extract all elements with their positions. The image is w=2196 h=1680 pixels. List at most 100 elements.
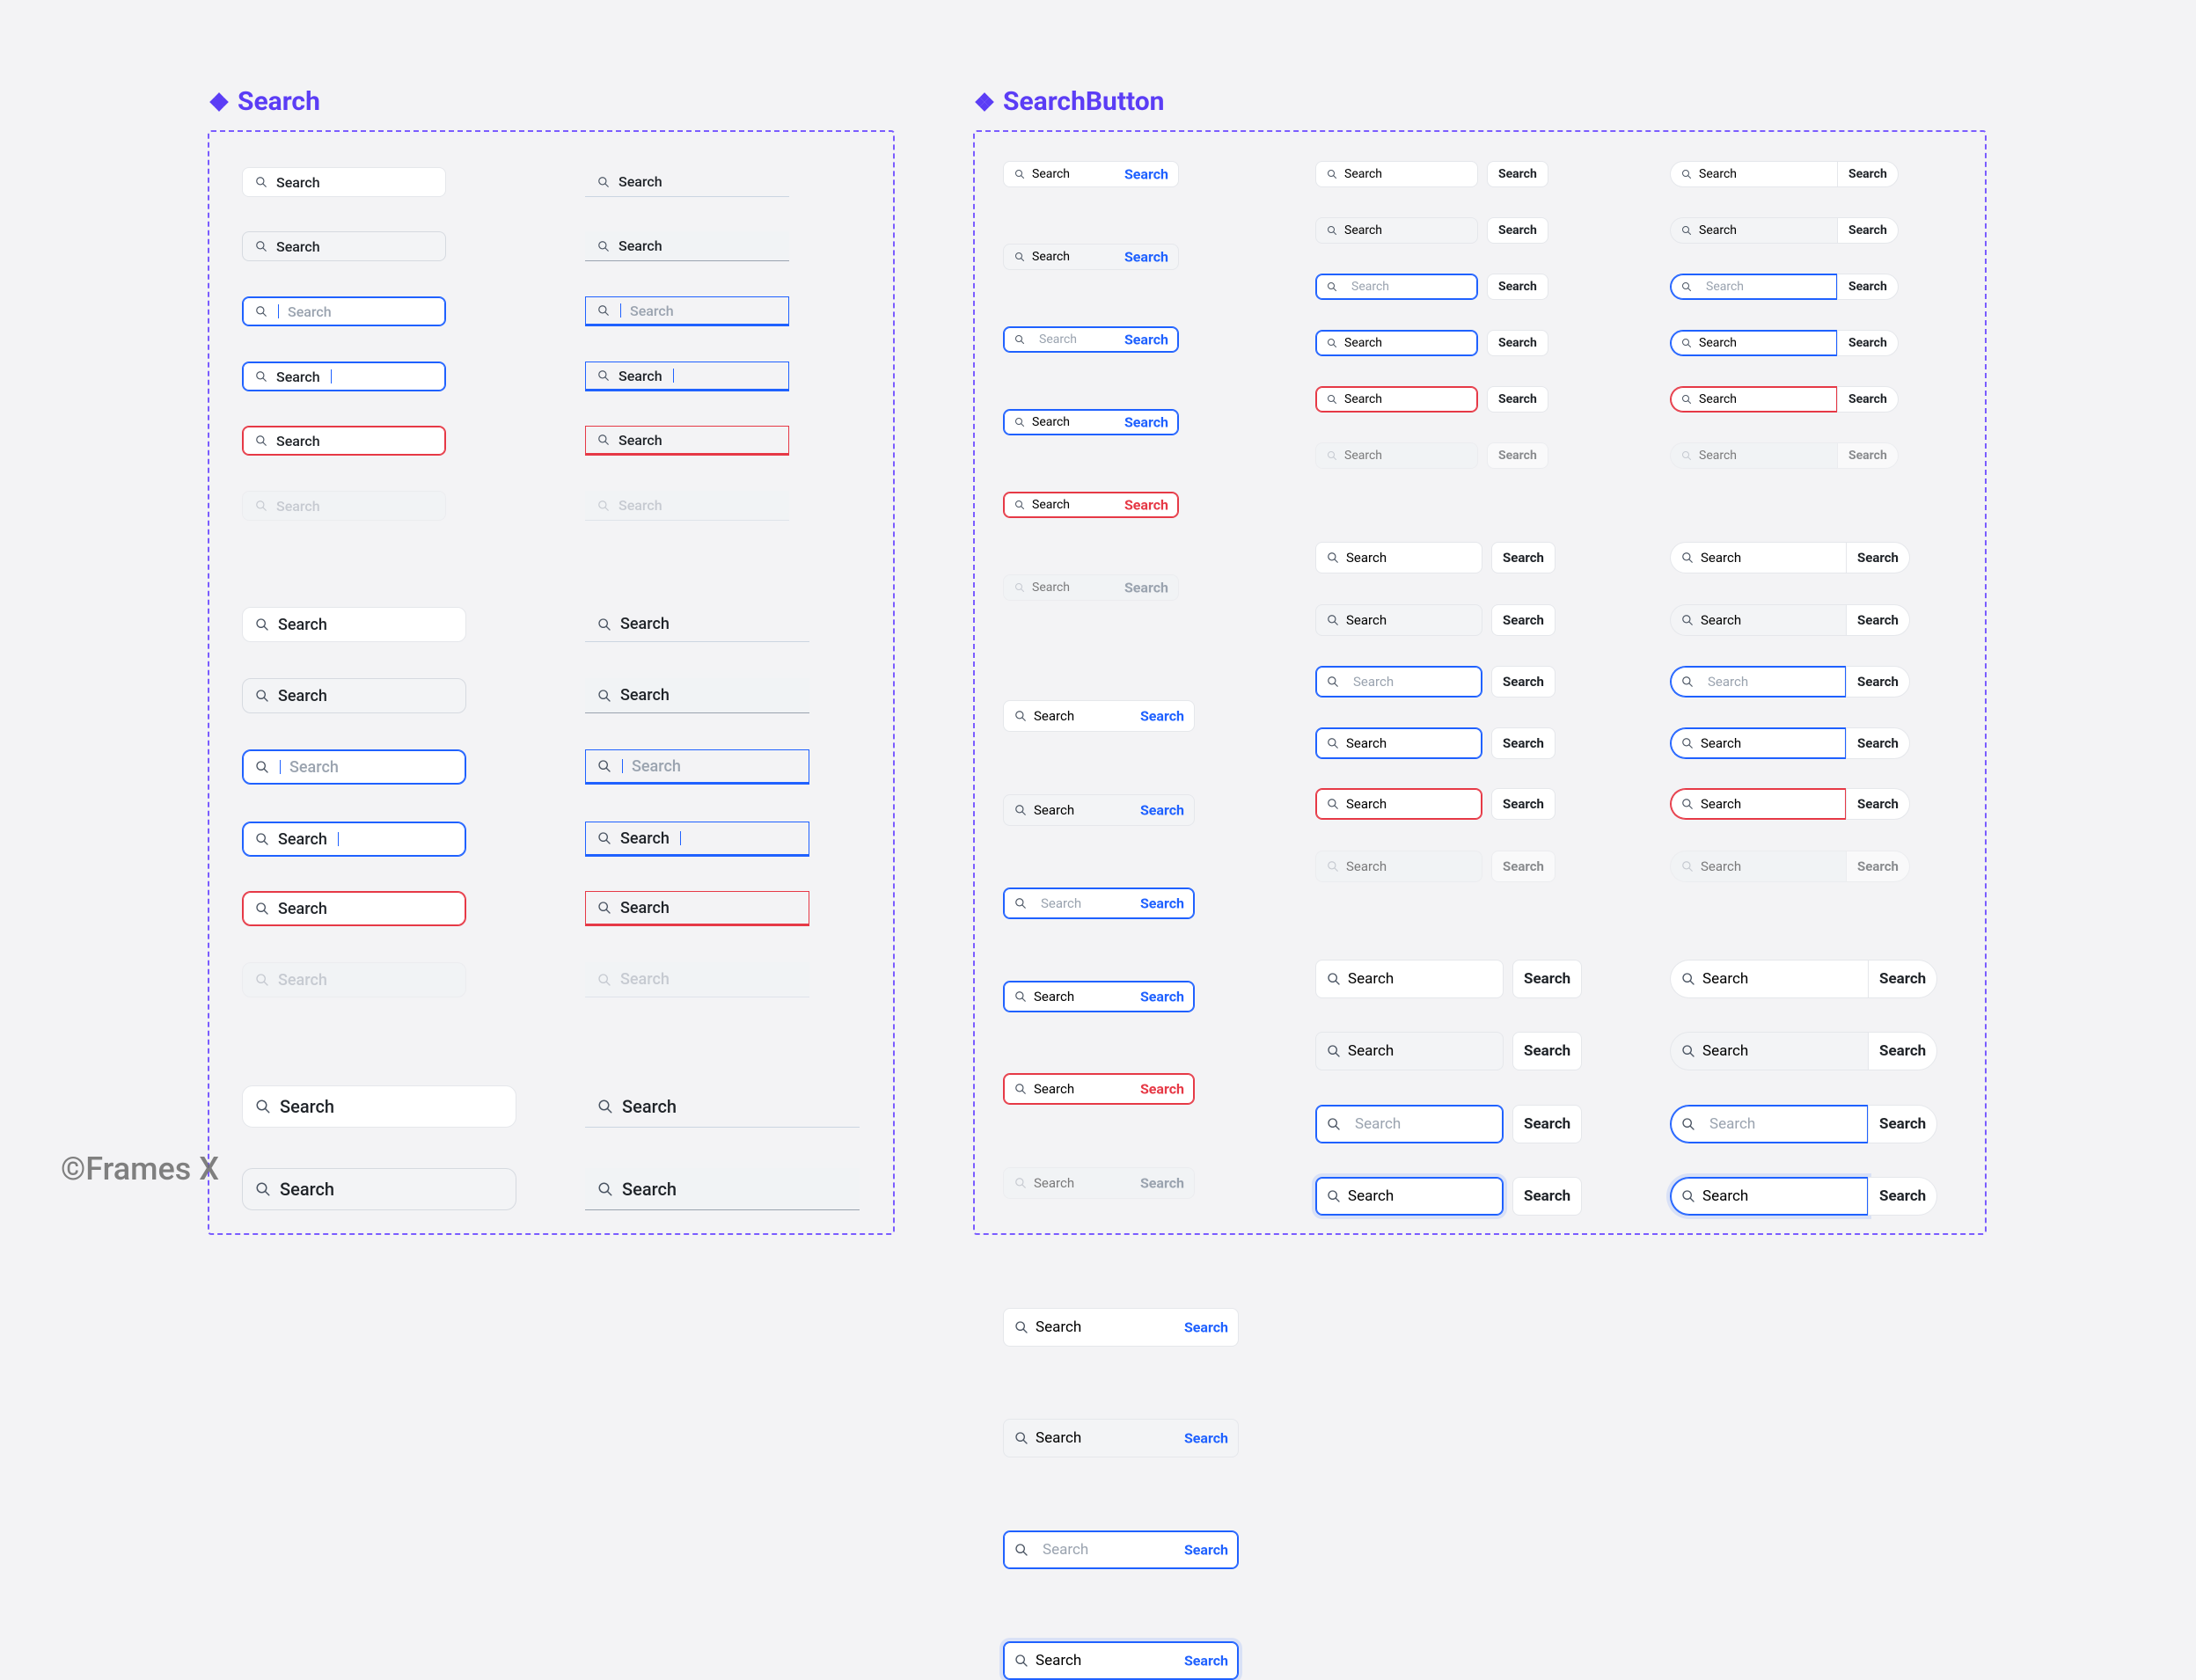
- searchbutton-outer-sm-error[interactable]: Search Search: [1315, 386, 1548, 413]
- search-field[interactable]: Search: [1315, 217, 1478, 244]
- searchbutton-merged-lg-typing[interactable]: Search Search: [1670, 1177, 1937, 1216]
- searchbutton-inner-md-hover[interactable]: Search Search: [1003, 794, 1195, 826]
- search-button[interactable]: Search: [1512, 1105, 1582, 1143]
- searchbutton-inner-lg-typing[interactable]: Search Search: [1003, 1641, 1239, 1680]
- search-round-sm-default[interactable]: Search: [242, 167, 446, 197]
- searchbutton-inner-md-default[interactable]: Search Search: [1003, 700, 1195, 732]
- search-button[interactable]: Search: [1837, 217, 1899, 244]
- search-field[interactable]: Search: [1670, 1032, 1868, 1070]
- searchbutton-outer-md-hover[interactable]: Search Search: [1315, 604, 1556, 636]
- search-field[interactable]: Search: [1670, 788, 1846, 820]
- searchbutton-outer-sm-typing[interactable]: Search Search: [1315, 330, 1548, 356]
- search-field[interactable]: Search: [1315, 1032, 1504, 1070]
- searchbutton-merged-lg-focus[interactable]: Search Search: [1670, 1105, 1937, 1143]
- searchbutton-outer-lg-hover[interactable]: Search Search: [1315, 1032, 1582, 1070]
- search-button[interactable]: Search: [1868, 1105, 1937, 1143]
- search-field[interactable]: Search: [1670, 330, 1837, 356]
- search-line-md-typing[interactable]: Search: [585, 822, 809, 857]
- searchbutton-outer-sm-focus[interactable]: Search Search: [1315, 274, 1548, 300]
- search-field[interactable]: Search: [1315, 666, 1482, 698]
- searchbutton-outer-lg-typing[interactable]: Search Search: [1315, 1177, 1582, 1216]
- searchbutton-merged-md-hover[interactable]: Search Search: [1670, 604, 1910, 636]
- searchbutton-inner-sm-error[interactable]: Search Search: [1003, 492, 1179, 518]
- search-button[interactable]: Search: [1140, 895, 1184, 912]
- search-button[interactable]: Search: [1491, 604, 1556, 636]
- search-field[interactable]: Search: [1670, 960, 1868, 998]
- search-button[interactable]: Search: [1487, 217, 1548, 244]
- search-field[interactable]: Search: [1315, 330, 1478, 356]
- searchbutton-inner-sm-hover[interactable]: Search Search: [1003, 244, 1179, 270]
- search-field[interactable]: Search: [1315, 1177, 1504, 1216]
- search-button[interactable]: Search: [1837, 274, 1899, 300]
- search-round-md-hover[interactable]: Search: [242, 678, 466, 713]
- search-line-lg-hover[interactable]: Search: [585, 1168, 860, 1210]
- search-line-md-focus[interactable]: Search: [585, 749, 809, 785]
- search-button[interactable]: Search: [1491, 727, 1556, 759]
- searchbutton-inner-md-typing[interactable]: Search Search: [1003, 981, 1195, 1012]
- search-line-sm-error[interactable]: Search: [585, 426, 789, 456]
- search-button[interactable]: Search: [1491, 788, 1556, 820]
- search-button[interactable]: Search: [1124, 497, 1168, 514]
- search-line-sm-focus[interactable]: Search: [585, 296, 789, 326]
- search-line-md-error[interactable]: Search: [585, 891, 809, 926]
- searchbutton-merged-md-typing[interactable]: Search Search: [1670, 727, 1910, 759]
- searchbutton-inner-lg-hover[interactable]: Search Search: [1003, 1419, 1239, 1457]
- search-button[interactable]: Search: [1184, 1430, 1228, 1447]
- search-round-sm-typing[interactable]: Search: [242, 362, 446, 391]
- search-field[interactable]: Search: [1670, 1177, 1868, 1216]
- search-round-sm-error[interactable]: Search: [242, 426, 446, 456]
- search-button[interactable]: Search: [1140, 1081, 1184, 1098]
- search-line-sm-default[interactable]: Search: [585, 167, 789, 197]
- searchbutton-inner-lg-default[interactable]: Search Search: [1003, 1308, 1239, 1347]
- search-field[interactable]: Search: [1315, 1105, 1504, 1143]
- search-field[interactable]: Search: [1670, 217, 1837, 244]
- search-button[interactable]: Search: [1512, 960, 1582, 998]
- search-button[interactable]: Search: [1868, 1032, 1937, 1070]
- search-button[interactable]: Search: [1124, 414, 1168, 431]
- searchbutton-inner-sm-typing[interactable]: Search Search: [1003, 409, 1179, 435]
- search-button[interactable]: Search: [1846, 666, 1910, 698]
- search-button[interactable]: Search: [1837, 386, 1899, 413]
- search-button[interactable]: Search: [1487, 161, 1548, 187]
- search-line-sm-typing[interactable]: Search: [585, 362, 789, 391]
- search-button[interactable]: Search: [1184, 1653, 1228, 1669]
- searchbutton-outer-md-default[interactable]: Search Search: [1315, 542, 1556, 573]
- search-button[interactable]: Search: [1184, 1319, 1228, 1336]
- searchbutton-inner-sm-focus[interactable]: Search Search: [1003, 326, 1179, 353]
- search-line-lg-default[interactable]: Search: [585, 1085, 860, 1128]
- searchbutton-merged-sm-default[interactable]: Search Search: [1670, 161, 1899, 187]
- search-round-md-default[interactable]: Search: [242, 607, 466, 642]
- search-button[interactable]: Search: [1846, 727, 1910, 759]
- search-line-md-default[interactable]: Search: [585, 607, 809, 642]
- search-button[interactable]: Search: [1512, 1032, 1582, 1070]
- search-field[interactable]: Search: [1670, 274, 1837, 300]
- search-round-sm-focus[interactable]: Search: [242, 296, 446, 326]
- searchbutton-outer-md-focus[interactable]: Search Search: [1315, 666, 1556, 698]
- search-button[interactable]: Search: [1846, 604, 1910, 636]
- search-field[interactable]: Search: [1670, 1105, 1868, 1143]
- search-field[interactable]: Search: [1670, 604, 1846, 636]
- search-field[interactable]: Search: [1315, 960, 1504, 998]
- search-round-md-error[interactable]: Search: [242, 891, 466, 926]
- search-button[interactable]: Search: [1140, 989, 1184, 1005]
- search-button[interactable]: Search: [1140, 802, 1184, 819]
- search-round-md-focus[interactable]: Search: [242, 749, 466, 785]
- search-field[interactable]: Search: [1670, 161, 1837, 187]
- search-line-sm-hover[interactable]: Search: [585, 231, 789, 261]
- searchbutton-outer-lg-default[interactable]: Search Search: [1315, 960, 1582, 998]
- search-field[interactable]: Search: [1315, 604, 1482, 636]
- searchbutton-inner-sm-default[interactable]: Search Search: [1003, 161, 1179, 187]
- search-button[interactable]: Search: [1184, 1542, 1228, 1559]
- search-button[interactable]: Search: [1487, 330, 1548, 356]
- searchbutton-inner-md-error[interactable]: Search Search: [1003, 1073, 1195, 1105]
- search-button[interactable]: Search: [1837, 161, 1899, 187]
- search-button[interactable]: Search: [1124, 166, 1168, 183]
- search-line-md-hover[interactable]: Search: [585, 678, 809, 713]
- searchbutton-outer-sm-hover[interactable]: Search Search: [1315, 217, 1548, 244]
- search-round-lg-hover[interactable]: Search: [242, 1168, 516, 1210]
- search-field[interactable]: Search: [1315, 727, 1482, 759]
- searchbutton-merged-lg-default[interactable]: Search Search: [1670, 960, 1937, 998]
- search-button[interactable]: Search: [1140, 708, 1184, 725]
- search-button[interactable]: Search: [1868, 960, 1937, 998]
- search-button[interactable]: Search: [1487, 386, 1548, 413]
